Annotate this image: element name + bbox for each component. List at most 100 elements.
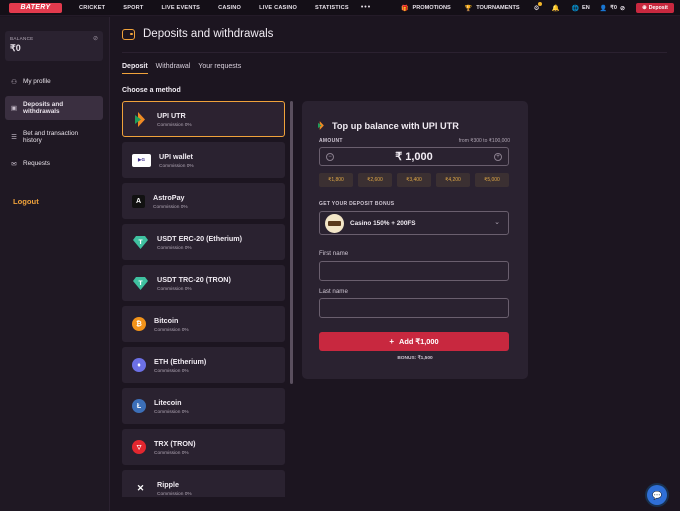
amount-chip[interactable]: ₹1,800 — [319, 173, 353, 187]
method-commission: Commission 0% — [153, 204, 188, 210]
add-funds-button[interactable]: + Add ₹1,000 — [319, 332, 509, 351]
chat-support-button[interactable]: 💬 — [647, 485, 667, 505]
sidebar-menu: ⚇ My profile ▣ Deposits and withdrawals … — [5, 72, 103, 178]
sidebar: BALANCE ₹0 ⊘ ⚇ My profile ▣ Deposits and… — [0, 17, 110, 511]
nav-casino[interactable]: CASINO — [218, 5, 241, 11]
bell-icon[interactable]: 🔔 — [551, 4, 559, 12]
method-trx[interactable]: ▽ TRX (TRON) Commission 0% — [122, 429, 285, 465]
method-commission: Commission 0% — [159, 163, 194, 169]
eye-off-icon[interactable]: ⊘ — [620, 5, 625, 12]
method-upi-utr[interactable]: UPI UTR Commission 0% — [122, 101, 285, 137]
usdt-icon: T — [132, 234, 149, 251]
method-astropay[interactable]: A AstroPay Commission 0% — [122, 183, 285, 219]
usdt-icon: T — [132, 275, 149, 292]
more-menu-icon[interactable]: ••• — [361, 4, 371, 11]
tournaments-link[interactable]: 🏆 TOURNAMENTS — [465, 5, 520, 12]
amount-chip[interactable]: ₹5,000 — [475, 173, 509, 187]
brand-logo[interactable]: BATERY — [9, 2, 62, 13]
method-name: Litecoin — [154, 397, 182, 407]
amount-chip[interactable]: ₹3,400 — [397, 173, 431, 187]
amount-input[interactable]: − ₹ 1,000 + — [319, 147, 509, 166]
language-label: EN — [582, 5, 590, 11]
amount-label: AMOUNT — [319, 138, 343, 144]
ethereum-icon: ♦ — [132, 358, 146, 372]
balance-value: ₹0 — [10, 43, 21, 53]
first-name-input[interactable] — [319, 261, 509, 281]
nav-sport[interactable]: SPORT — [123, 5, 143, 11]
amount-range: from ₹300 to ₹100,000 — [458, 138, 510, 144]
eye-off-icon[interactable]: ⊘ — [93, 35, 98, 42]
header-balance[interactable]: 👤 ₹0 ⊘ — [600, 5, 628, 12]
promotions-link[interactable]: 🎁 PROMOTIONS — [401, 5, 451, 12]
bonus-value: Casino 150% + 200FS — [350, 219, 416, 227]
ripple-icon: ✕ — [136, 482, 145, 493]
method-bitcoin[interactable]: ₿ Bitcoin Commission 0% — [122, 306, 285, 342]
methods-scrollbar[interactable] — [290, 101, 293, 384]
method-usdt-trc20[interactable]: T USDT TRC-20 (TRON) Commission 0% — [122, 265, 285, 301]
bonus-image — [325, 213, 344, 233]
deposit-button-label: Deposit — [648, 5, 668, 11]
tabs: Deposit Withdrawal Your requests — [122, 63, 249, 74]
amount-value: ₹ 1,000 — [395, 151, 433, 163]
method-ripple[interactable]: ✕ Ripple Commission 0% — [122, 470, 285, 497]
method-name: Bitcoin — [154, 315, 179, 325]
method-name: TRX (TRON) — [154, 438, 196, 448]
method-commission: Commission 0% — [157, 122, 192, 128]
method-name: ETH (Etherium) — [154, 356, 207, 366]
sidebar-item-requests[interactable]: ✉ Requests — [5, 154, 103, 173]
nav-live-events[interactable]: LIVE EVENTS — [162, 5, 201, 11]
sidebar-item-label: Deposits and withdrawals — [23, 100, 64, 116]
deposit-button[interactable]: ⊕ Deposit — [636, 3, 674, 13]
nav-live-casino[interactable]: LIVE CASINO — [259, 5, 297, 11]
nav-statistics[interactable]: STATISTICS — [315, 5, 349, 11]
account-icon: 👤 — [599, 5, 608, 12]
bonus-select[interactable]: Casino 150% + 200FS ⌄ — [319, 211, 509, 235]
method-name: USDT ERC-20 (Etherium) — [157, 233, 243, 243]
method-usdt-erc20[interactable]: T USDT ERC-20 (Etherium) Commission 0% — [122, 224, 285, 260]
tab-withdrawal[interactable]: Withdrawal — [156, 63, 191, 74]
method-commission: Commission 0% — [154, 327, 189, 333]
litecoin-icon: Ł — [132, 399, 146, 413]
minus-icon[interactable]: − — [326, 152, 334, 161]
first-name-label: First name — [319, 250, 349, 257]
gift-icon: 🎁 — [401, 5, 409, 12]
page-title: Deposits and withdrawals — [143, 28, 274, 40]
notification-dot — [538, 2, 543, 6]
method-eth[interactable]: ♦ ETH (Etherium) Commission 0% — [122, 347, 285, 383]
wallet-icon: ▣ — [10, 105, 18, 112]
promotions-label: PROMOTIONS — [412, 5, 451, 11]
method-commission: Commission 0% — [154, 450, 189, 456]
globe-icon: 🌐 — [571, 5, 580, 12]
sidebar-item-history[interactable]: ☰ Bet and transaction history — [5, 125, 103, 149]
method-litecoin[interactable]: Ł Litecoin Commission 0% — [122, 388, 285, 424]
method-upi-wallet[interactable]: ▶G UPI wallet Commission 0% — [122, 142, 285, 178]
plus-icon[interactable]: + — [494, 152, 502, 161]
choose-method-label: Choose a method — [122, 87, 181, 94]
header-balance-value: ₹0 — [610, 5, 617, 11]
tab-your-requests[interactable]: Your requests — [198, 63, 241, 74]
bonus-label: GET YOUR DEPOSIT BONUS — [319, 201, 395, 207]
language-selector[interactable]: 🌐 EN — [572, 5, 590, 12]
quick-amount-chips: ₹1,800 ₹2,600 ₹3,400 ₹4,200 ₹5,000 — [319, 173, 509, 187]
amount-chip[interactable]: ₹4,200 — [436, 173, 470, 187]
tab-deposit[interactable]: Deposit — [122, 63, 148, 74]
method-commission: Commission 0% — [157, 245, 192, 251]
method-commission: Commission 0% — [154, 368, 189, 374]
method-name: AstroPay — [153, 192, 185, 202]
logout-button[interactable]: Logout — [13, 197, 39, 206]
sidebar-item-my-profile[interactable]: ⚇ My profile — [5, 72, 103, 91]
settings-icon[interactable]: ⚙ — [534, 2, 543, 12]
sidebar-item-deposits-withdrawals[interactable]: ▣ Deposits and withdrawals — [5, 96, 103, 120]
nav-cricket[interactable]: CRICKET — [79, 5, 105, 11]
tron-icon: ▽ — [132, 440, 146, 454]
add-funds-label: Add ₹1,000 — [399, 337, 439, 346]
method-commission: Commission 0% — [157, 491, 192, 497]
chat-icon: 💬 — [652, 490, 662, 500]
last-name-input[interactable] — [319, 298, 509, 318]
method-name: UPI wallet — [159, 151, 193, 161]
upi-icon — [318, 117, 325, 135]
tournaments-label: TOURNAMENTS — [476, 5, 520, 11]
amount-chip[interactable]: ₹2,600 — [358, 173, 392, 187]
last-name-label: Last name — [319, 288, 348, 295]
wallet-icon — [122, 28, 135, 40]
